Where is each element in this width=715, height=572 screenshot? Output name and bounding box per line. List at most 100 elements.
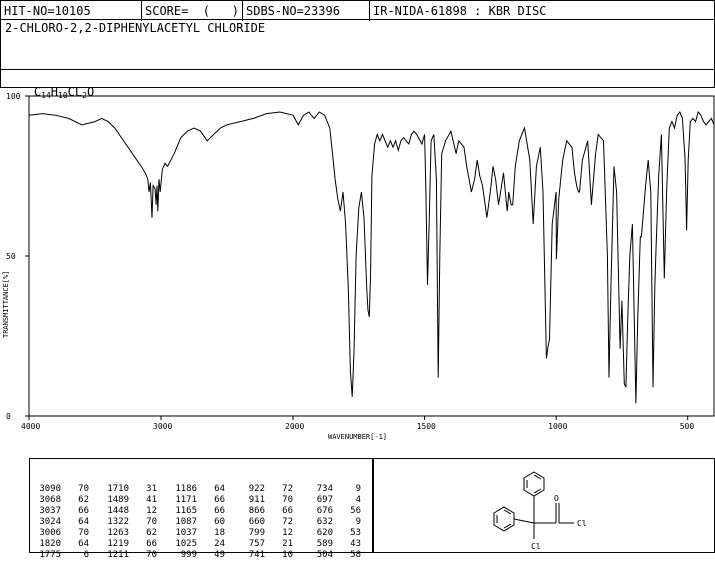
y-tick-label: 100 [6, 92, 21, 101]
peak-transmittance: 62 [78, 495, 89, 505]
peak-wavenumber: 3068 [39, 495, 61, 505]
peak-wavenumber: 3024 [39, 517, 61, 527]
peak-wavenumber: 1186 [175, 484, 197, 494]
peak-wavenumber: 1710 [107, 484, 129, 494]
peak-transmittance: 43 [350, 539, 361, 549]
peak-row: 3024 64 1322 70 1087 60 660 72 632 9 [31, 517, 371, 528]
peak-wavenumber: 734 [316, 484, 333, 494]
peak-wavenumber: 1037 [175, 528, 197, 538]
peak-wavenumber: 660 [248, 517, 265, 527]
peak-wavenumber: 799 [248, 528, 265, 538]
peak-wavenumber: 1211 [107, 550, 129, 560]
peak-wavenumber: 1087 [175, 517, 197, 527]
x-tick-label: 4000 [21, 422, 40, 431]
peak-wavenumber: 632 [316, 517, 333, 527]
peak-wavenumber: 3090 [39, 484, 61, 494]
peak-wavenumber: 999 [180, 550, 197, 560]
peak-transmittance: 58 [350, 550, 361, 560]
hit-number: HIT-NO=10105 [4, 4, 91, 18]
ir-spectrum-chart: 100500 4000 3000 2000 1500 1000 500 TRANSMITT… [2, 92, 715, 441]
peak-transmittance: 70 [146, 550, 157, 560]
peak-wavenumber: 504 [316, 550, 333, 560]
y-tick-label: 50 [6, 252, 16, 261]
peak-transmittance: 10 [282, 550, 293, 560]
peak-row: 1820 64 1219 66 1025 24 757 21 589 43 [31, 539, 371, 550]
peak-transmittance: 64 [78, 539, 89, 549]
peak-wavenumber: 757 [248, 539, 265, 549]
spectrum-line [28, 110, 715, 404]
peak-wavenumber: 1775 [39, 550, 61, 560]
peak-wavenumber: 1322 [107, 517, 129, 527]
peak-transmittance: 66 [214, 506, 225, 516]
peak-wavenumber: 1171 [175, 495, 197, 505]
peak-wavenumber: 1263 [107, 528, 129, 538]
peak-wavenumber: 620 [316, 528, 333, 538]
peak-transmittance: 12 [282, 528, 293, 538]
peak-transmittance: 66 [78, 506, 89, 516]
peak-transmittance: 66 [214, 495, 225, 505]
oxygen-label: O [554, 494, 559, 503]
peak-wavenumber: 866 [248, 506, 265, 516]
peak-transmittance: 62 [146, 528, 157, 538]
peak-wavenumber: 3006 [39, 528, 61, 538]
peak-row: 3090 70 1710 31 1186 64 922 72 734 9 [31, 484, 371, 495]
peak-row: 1775 6 1211 70 999 49 741 10 504 58 [31, 550, 371, 561]
peak-wavenumber: 741 [248, 550, 265, 560]
peak-table: 3090 70 1710 31 1186 64 922 72 734 9 3068 62 1489 41 1… [31, 462, 371, 572]
peak-transmittance: 66 [146, 539, 157, 549]
peak-transmittance: 64 [78, 517, 89, 527]
peak-transmittance: 60 [214, 517, 225, 527]
peak-wavenumber: 697 [316, 495, 333, 505]
x-axis-label: WAVENUMBER[-1] [328, 433, 387, 441]
y-axis-label: TRANSMITTANCE[%] [2, 271, 10, 338]
x-tick-label: 1000 [548, 422, 567, 431]
sdbs-number: SDBS-NO=23396 [246, 4, 340, 18]
peak-transmittance: 70 [282, 495, 293, 505]
peak-wavenumber: 1219 [107, 539, 129, 549]
peak-wavenumber: 1448 [107, 506, 129, 516]
peak-transmittance: 12 [146, 506, 157, 516]
compound-name: 2-CHLORO-2,2-DIPHENYLACETYL CHLORIDE [5, 21, 266, 35]
peak-wavenumber: 3037 [39, 506, 61, 516]
peak-transmittance: 31 [146, 484, 157, 494]
chemical-structure: O Cl Cl [493, 471, 587, 551]
ir-id: IR-NIDA-61898 : KBR DISC [373, 4, 547, 18]
peak-transmittance: 21 [282, 539, 293, 549]
x-tick-label: 2000 [285, 422, 304, 431]
peak-wavenumber: 1025 [175, 539, 197, 549]
x-axis-ticks: 4000 3000 2000 1500 1000 500 [21, 416, 694, 431]
score-field: SCORE= ( ) [145, 4, 239, 18]
peak-transmittance: 4 [355, 495, 361, 505]
peak-wavenumber: 1489 [107, 495, 129, 505]
peak-transmittance: 49 [214, 550, 225, 560]
peak-wavenumber: 1820 [39, 539, 61, 549]
peak-wavenumber: 589 [316, 539, 333, 549]
peak-transmittance: 64 [214, 484, 225, 494]
peak-transmittance: 70 [146, 517, 157, 527]
peak-transmittance: 66 [282, 506, 293, 516]
peak-transmittance: 70 [78, 484, 89, 494]
y-axis-ticks: 100 50 0 [6, 92, 29, 421]
peak-transmittance: 6 [83, 550, 89, 560]
peak-transmittance: 18 [214, 528, 225, 538]
x-tick-label: 500 [680, 422, 695, 431]
peak-transmittance: 9 [355, 517, 361, 527]
peak-wavenumber: 922 [248, 484, 265, 494]
peak-transmittance: 72 [282, 484, 293, 494]
peak-wavenumber: 676 [316, 506, 333, 516]
peak-wavenumber: 1165 [175, 506, 197, 516]
y-tick-label: 0 [6, 412, 11, 421]
chlorine-label: Cl [531, 542, 541, 551]
peak-transmittance: 24 [214, 539, 225, 549]
compound-info-box: 2-CHLORO-2,2-DIPHENYLACETYL CHLORIDE C14… [0, 19, 715, 100]
peak-wavenumber: 911 [248, 495, 265, 505]
x-tick-label: 3000 [153, 422, 172, 431]
peak-transmittance: 41 [146, 495, 157, 505]
peak-row: 3006 70 1263 62 1037 18 799 12 620 53 [31, 528, 371, 539]
header-bar: HIT-NO=10105 SCORE= ( ) SDBS-NO=23396 IR… [0, 0, 715, 21]
peak-row: 3068 62 1489 41 1171 66 911 70 697 4 [31, 495, 371, 506]
peak-transmittance: 53 [350, 528, 361, 538]
peak-transmittance: 9 [355, 484, 361, 494]
x-tick-label: 1500 [417, 422, 436, 431]
acyl-chlorine-label: Cl [577, 519, 587, 528]
